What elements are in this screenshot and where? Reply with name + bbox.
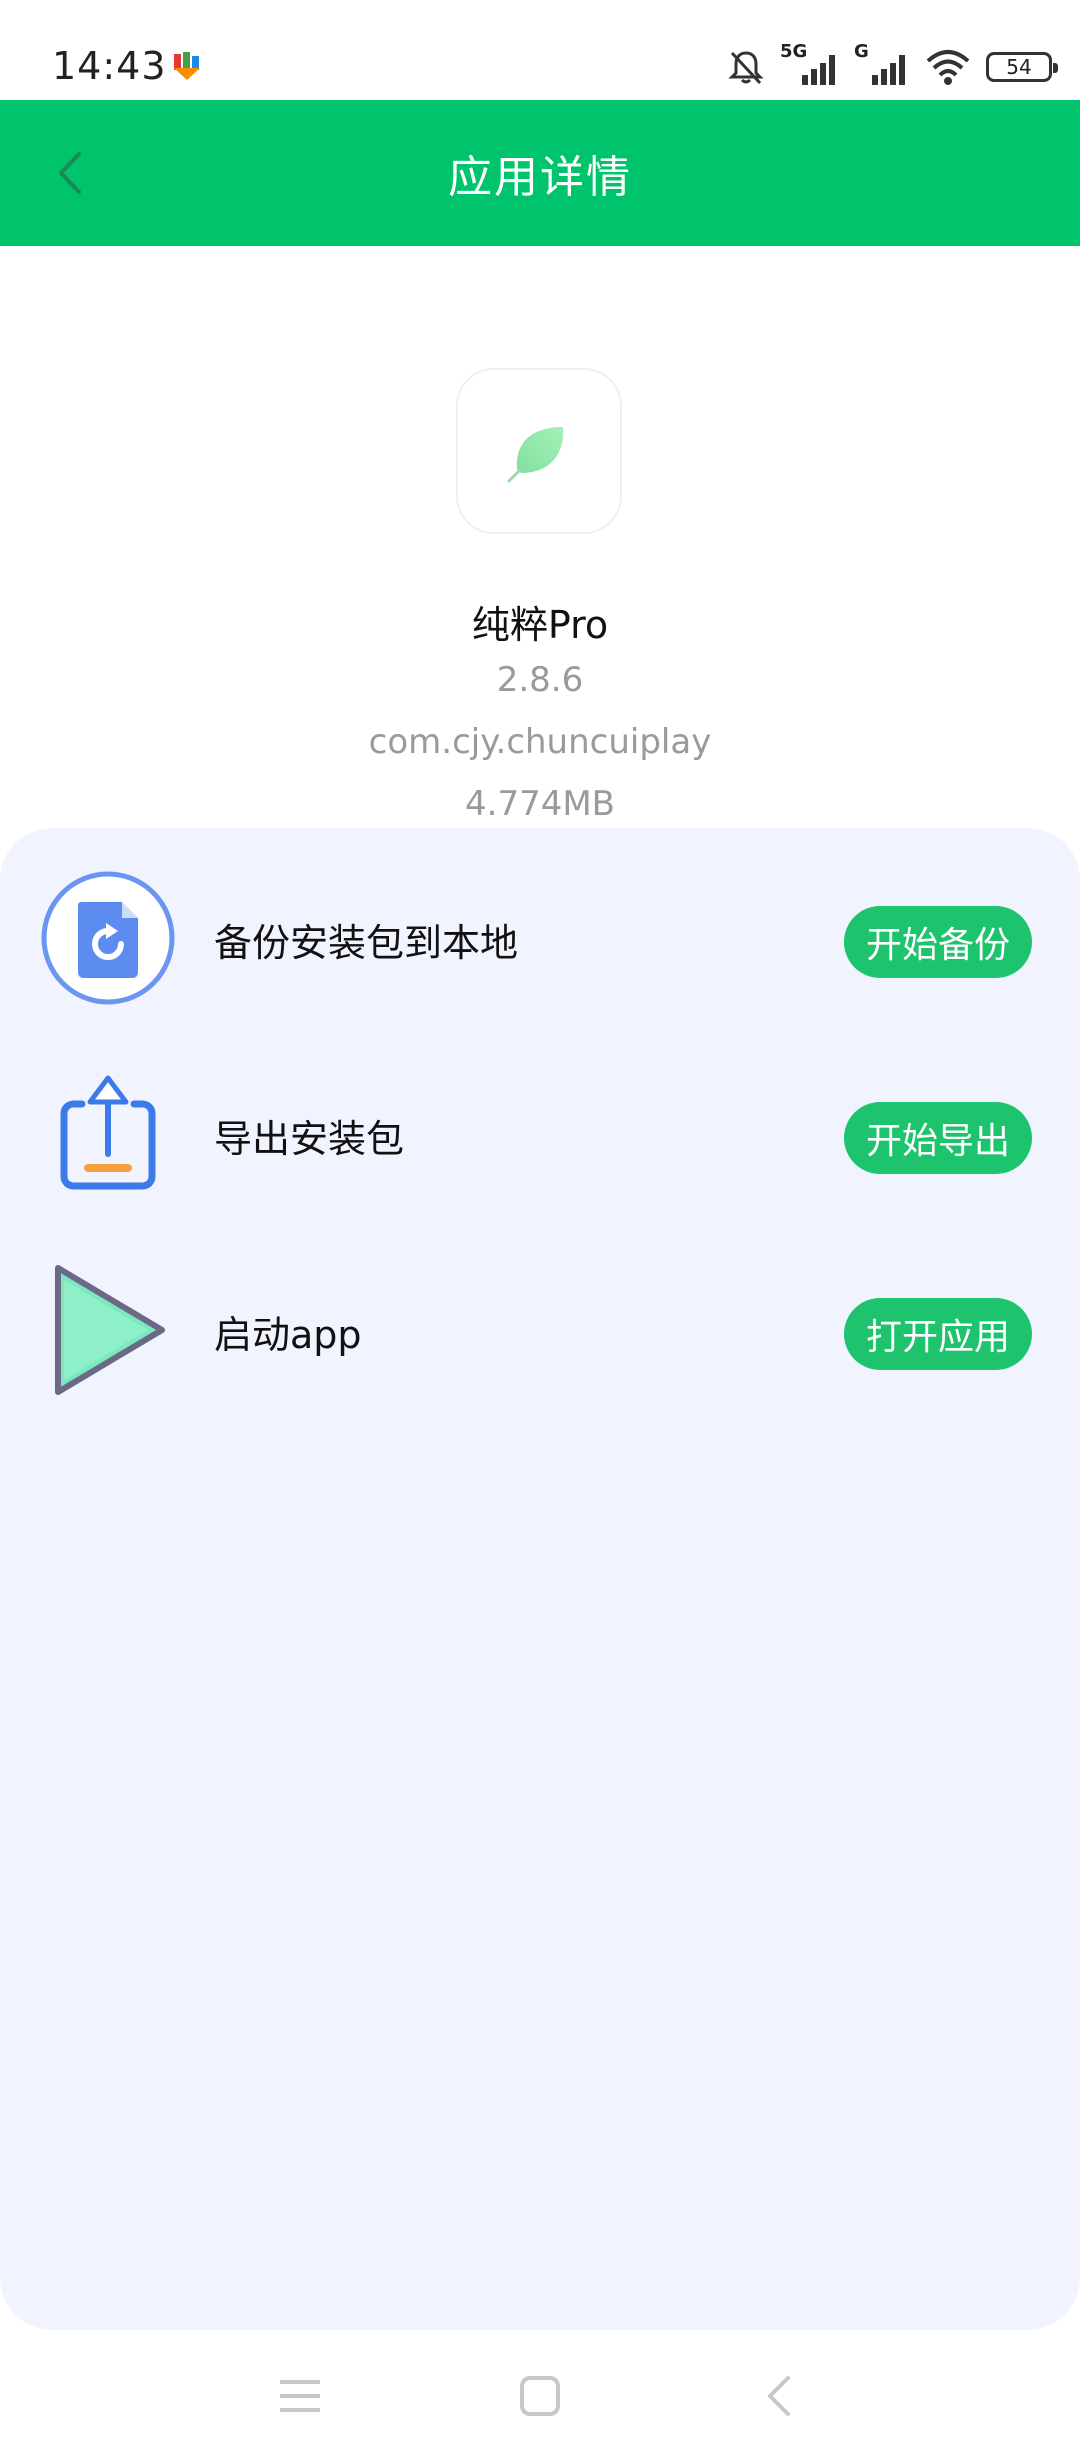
actions-card: 备份安装包到本地 开始备份 导出安装包 开始导出 启动app 打开应用 bbox=[0, 828, 1080, 2330]
system-nav-bar bbox=[0, 2330, 1080, 2460]
battery-indicator: 54 bbox=[986, 52, 1058, 82]
app-version: 2.8.6 bbox=[496, 660, 584, 700]
app-header: 应用详情 bbox=[0, 100, 1080, 246]
status-bar: 14:43 5G G 54 bbox=[0, 0, 1080, 100]
silent-bell-icon bbox=[728, 51, 764, 85]
action-row-launch: 启动app 打开应用 bbox=[0, 1254, 1080, 1404]
backup-file-icon bbox=[38, 868, 178, 1008]
app-size: 4.774MB bbox=[465, 784, 615, 824]
nav-home-button[interactable] bbox=[510, 2366, 570, 2426]
back-chevron-icon bbox=[768, 2376, 790, 2416]
status-icons: 5G G 54 bbox=[726, 41, 1058, 90]
wifi-icon bbox=[926, 50, 970, 85]
action-label-launch: 启动app bbox=[214, 1313, 362, 1357]
app-icon bbox=[456, 368, 622, 534]
signal-bars-2-icon bbox=[872, 55, 905, 85]
start-export-button[interactable]: 开始导出 bbox=[843, 1102, 1032, 1174]
nav-back-button[interactable] bbox=[750, 2366, 810, 2426]
leaf-icon bbox=[507, 427, 564, 483]
export-upload-icon bbox=[38, 1064, 178, 1204]
open-app-button[interactable]: 打开应用 bbox=[843, 1298, 1032, 1370]
app-detail-page: 14:43 5G G 54 应用详情 纯粹Pro 2.8.6 com.cjy.c… bbox=[0, 0, 1080, 2460]
start-backup-button[interactable]: 开始备份 bbox=[843, 906, 1032, 978]
download-notification-icon bbox=[174, 52, 200, 80]
signal-bars-icon bbox=[802, 55, 835, 85]
action-label-export: 导出安装包 bbox=[214, 1117, 405, 1161]
signal-5g: 5G bbox=[780, 41, 840, 87]
signal-g: G bbox=[854, 41, 910, 87]
menu-icon bbox=[280, 2380, 320, 2412]
battery-level: 54 bbox=[1006, 55, 1032, 79]
status-time: 14:43 bbox=[52, 44, 167, 88]
nav-menu-button[interactable] bbox=[270, 2366, 330, 2426]
home-square-icon bbox=[520, 2376, 560, 2416]
action-row-backup: 备份安装包到本地 开始备份 bbox=[0, 862, 1080, 1012]
action-row-export: 导出安装包 开始导出 bbox=[0, 1058, 1080, 1208]
play-triangle-icon bbox=[38, 1260, 178, 1400]
app-name: 纯粹Pro bbox=[471, 603, 609, 647]
action-label-backup: 备份安装包到本地 bbox=[214, 921, 519, 965]
app-package: com.cjy.chuncuiplay bbox=[368, 722, 712, 762]
page-title: 应用详情 bbox=[448, 152, 632, 203]
